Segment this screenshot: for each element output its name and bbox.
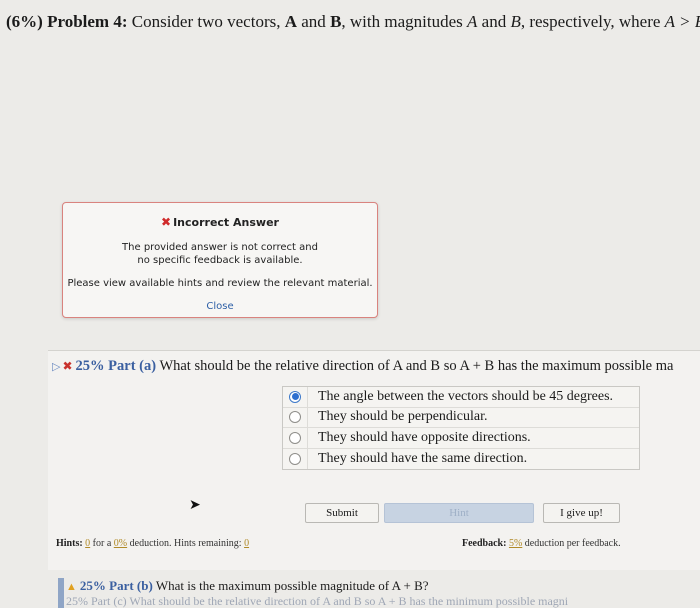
answer-choices: The angle between the vectors should be … (282, 386, 640, 470)
hints-for-text: for a (92, 538, 112, 549)
vector-a: A (284, 12, 298, 31)
choice-label[interactable]: They should have the same direction. (307, 448, 527, 469)
problem-and-2: and (481, 12, 507, 31)
choice-row[interactable]: They should have opposite directions. (283, 428, 639, 449)
radio-button[interactable] (289, 431, 301, 444)
part-b-question: What is the maximum possible magnitude o… (155, 578, 429, 593)
choice-label[interactable]: They should have opposite directions. (307, 428, 531, 448)
part-a-header[interactable]: ▷ ✖ 25% Part (a) What should be the relati… (52, 358, 700, 375)
hints-label: Hints: (56, 538, 83, 549)
give-up-button[interactable]: I give up! (543, 503, 620, 523)
hints-deduction-text: deduction. Hints remaining: (129, 538, 242, 549)
problem-prefix: (6%) Problem 4: (6, 12, 128, 31)
hints-count: 0 (85, 538, 91, 549)
popup-message-line1: The provided answer is not correct and (122, 242, 318, 253)
magnitude-a: A (467, 12, 478, 31)
submit-button[interactable]: Submit (305, 503, 379, 523)
hint-button[interactable]: Hint (384, 503, 534, 523)
incorrect-x-icon: ✖ (161, 215, 172, 229)
popup-title: ✖ Incorrect Answer (63, 215, 377, 229)
problem-text-1: Consider two vectors, (131, 12, 281, 31)
feedback-deduction: 5% (508, 538, 523, 549)
hints-remaining: 0 (244, 538, 250, 549)
problem-text-3: , respectively, where (520, 12, 661, 31)
inequality: A > B. (664, 12, 700, 31)
feedback-text: deduction per feedback. (524, 538, 621, 549)
mouse-cursor-icon: ➤ (189, 498, 201, 513)
feedback-label: Feedback: (462, 538, 507, 549)
radio-button[interactable] (289, 411, 301, 424)
feedback-info: Feedback: 5% deduction per feedback. (462, 538, 621, 549)
part-a-question: What should be the relative direction of… (159, 358, 674, 374)
problem-and: and (301, 12, 326, 31)
incorrect-x-icon: ✖ (62, 359, 73, 373)
popup-close-link[interactable]: Close (63, 301, 377, 312)
popup-message-line2: no specific feedback is available. (137, 255, 303, 266)
warning-icon: ▲ (66, 581, 77, 593)
part-c-header[interactable]: 25% Part (c) What should be the relative… (66, 594, 700, 608)
popup-title-text: Incorrect Answer (173, 216, 279, 229)
radio-button[interactable] (289, 452, 301, 465)
part-a-percent: 25% Part (a) (75, 358, 157, 374)
problem-statement: (6%) Problem 4: Consider two vectors, A … (0, 0, 700, 40)
popup-message: The provided answer is not correct and n… (63, 241, 377, 267)
choice-row[interactable]: They should have the same direction. (283, 448, 639, 469)
choice-row[interactable]: They should be perpendicular. (283, 407, 639, 428)
hints-deduction: 0% (113, 538, 128, 549)
problem-text-2: , with magnitudes (341, 12, 463, 31)
magnitude-b: B (510, 12, 521, 31)
popup-hint: Please view available hints and review t… (67, 278, 373, 289)
part-b-percent: 25% Part (b) (79, 578, 153, 593)
choice-label[interactable]: The angle between the vectors should be … (307, 387, 613, 407)
part-b-header[interactable]: ▲ 25% Part (b) What is the maximum possib… (66, 578, 700, 594)
incorrect-answer-popup: ✖ Incorrect Answer The provided answer is… (62, 202, 378, 318)
choice-row[interactable]: The angle between the vectors should be … (283, 387, 639, 408)
expand-arrow-icon[interactable]: ▷ (52, 360, 60, 373)
part-b-strip (58, 578, 64, 608)
vector-b: B (330, 12, 342, 31)
hints-info: Hints: 0 for a 0% deduction. Hints remai… (56, 538, 249, 549)
radio-button[interactable] (289, 390, 301, 403)
choice-label[interactable]: They should be perpendicular. (307, 407, 488, 427)
